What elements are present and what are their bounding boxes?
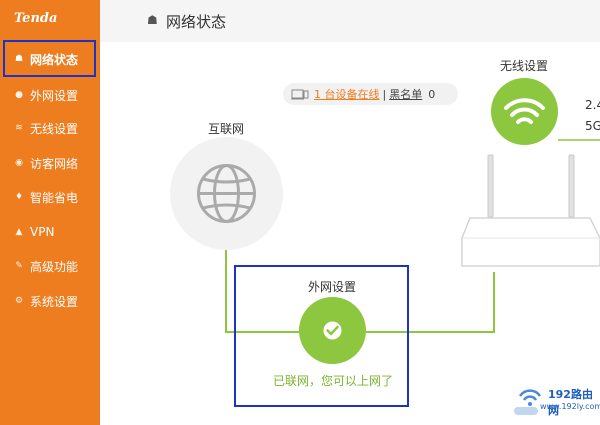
page-title: 网络状态: [166, 13, 227, 31]
guest-icon: ◉: [15, 158, 23, 168]
vpn-icon: ▲: [15, 227, 23, 237]
blacklist-link[interactable]: 黑名单: [389, 86, 422, 102]
wifi-icon: ≋: [15, 123, 23, 133]
globe-icon: [197, 164, 256, 223]
gear-icon: ⚙: [14, 296, 24, 306]
watermark-url: www.192ly.com: [540, 402, 600, 411]
sidebar-item-power-saving[interactable]: ♦ 智能省电: [0, 182, 100, 212]
header-bar: ☗ 网络状态: [100, 0, 600, 43]
sidebar-item-advanced[interactable]: ✎ 高级功能: [0, 251, 100, 281]
sidebar-item-label: 无线设置: [30, 121, 79, 136]
leaf-icon: ♦: [14, 192, 24, 202]
wireless-label: 无线设置: [500, 59, 549, 73]
separator: |: [382, 87, 387, 101]
device-summary-pill: 1 台设备在线 | 黑名单 0: [283, 83, 458, 105]
band-24ghz-label: 2.4: [585, 98, 600, 112]
sidebar-item-guest[interactable]: ◉ 访客网络: [0, 148, 100, 178]
network-status-icon: ☗: [147, 13, 158, 27]
online-devices-link[interactable]: 1 台设备在线: [314, 86, 380, 102]
wrench-icon: ✎: [15, 261, 23, 271]
sidebar-item-vpn[interactable]: ▲ VPN: [0, 217, 100, 247]
sidebar-item-label: 智能省电: [30, 190, 79, 205]
wireless-node[interactable]: [491, 78, 558, 145]
blacklist-count: 0: [428, 87, 436, 101]
wan-highlight-box: [234, 265, 409, 407]
band-5ghz-label: 5G: [585, 119, 600, 133]
internet-label: 互联网: [208, 122, 245, 136]
sidebar-item-label: 外网设置: [30, 88, 79, 103]
sidebar-item-label: 访客网络: [30, 156, 79, 171]
tenda-logo: Tenda: [14, 11, 58, 26]
sidebar-item-label: VPN: [30, 225, 55, 239]
sidebar-item-label: 高级功能: [30, 259, 79, 274]
computer-icon: [291, 89, 309, 99]
globe-icon: ●: [15, 90, 23, 100]
wifi-icon: [504, 98, 545, 124]
sidebar-item-wan-settings[interactable]: ● 外网设置: [0, 80, 100, 110]
internet-node[interactable]: [170, 137, 283, 250]
sidebar-item-label: 系统设置: [30, 294, 79, 309]
active-item-highlight-box: [3, 40, 96, 77]
sidebar-item-wireless[interactable]: ≋ 无线设置: [0, 113, 100, 143]
sidebar-item-system[interactable]: ⚙ 系统设置: [0, 286, 100, 316]
